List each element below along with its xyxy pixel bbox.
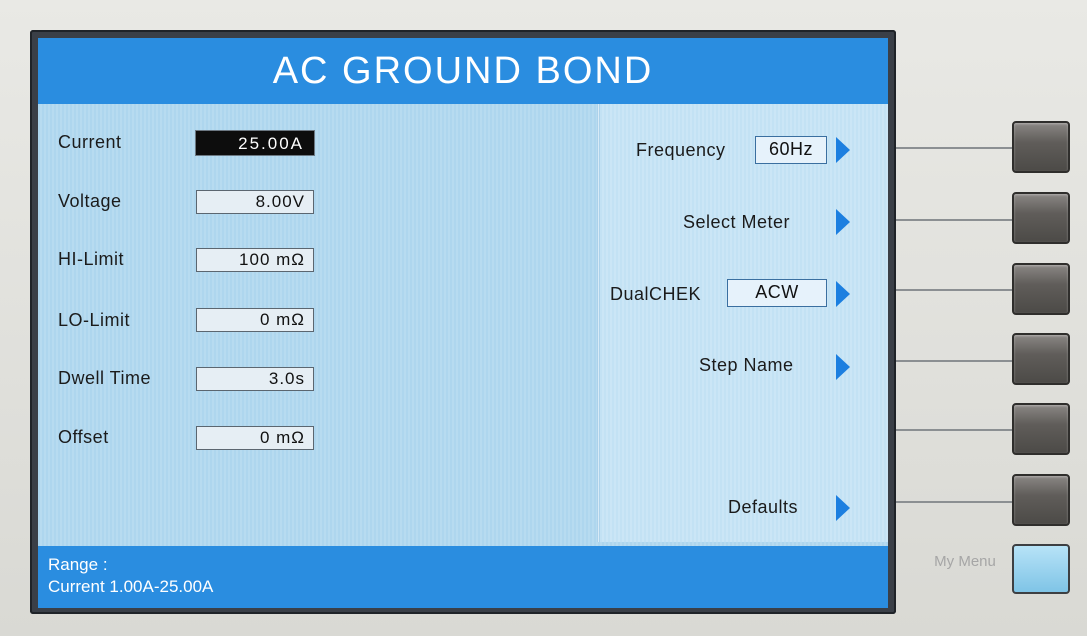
range-value: Current 1.00A-25.00A xyxy=(48,577,214,596)
arrow-right-icon xyxy=(836,354,850,380)
frequency-label: Frequency xyxy=(636,140,726,160)
key-connector-line xyxy=(896,147,1014,149)
step-name-label: Step Name xyxy=(699,355,794,375)
param-label-hi-limit: HI-Limit xyxy=(58,249,124,269)
param-value-voltage[interactable]: 8.00V xyxy=(196,190,314,214)
softkey-5-button[interactable] xyxy=(1012,403,1070,455)
softkey-menu-panel: Frequency 60Hz Select Meter DualCHEK ACW… xyxy=(600,104,888,542)
lcd-screen: AC GROUND BOND Current 25.00A Voltage 8.… xyxy=(38,38,888,608)
softkey-3-button[interactable] xyxy=(1012,263,1070,315)
softkey-1-button[interactable] xyxy=(1012,121,1070,173)
key-connector-line xyxy=(896,501,1014,503)
range-label: Range : xyxy=(48,555,108,574)
param-label-dwell-time: Dwell Time xyxy=(58,368,152,388)
param-label-voltage: Voltage xyxy=(58,191,122,211)
defaults-label: Defaults xyxy=(728,497,799,517)
key-connector-line xyxy=(896,289,1014,291)
frequency-value: 60Hz xyxy=(755,136,827,164)
param-value-hi-limit[interactable]: 100 mΩ xyxy=(196,248,314,272)
select-meter-label: Select Meter xyxy=(683,212,791,232)
status-bar: Range : Current 1.00A-25.00A xyxy=(38,546,888,608)
my-menu-label: My Menu xyxy=(934,553,996,570)
softkey-2-button[interactable] xyxy=(1012,192,1070,244)
param-label-lo-limit: LO-Limit xyxy=(58,310,131,330)
key-connector-line xyxy=(896,360,1014,362)
param-value-current[interactable]: 25.00A xyxy=(195,130,315,156)
param-value-lo-limit[interactable]: 0 mΩ xyxy=(196,308,314,332)
param-label-current: Current xyxy=(58,132,122,152)
softkey-6-button[interactable] xyxy=(1012,474,1070,526)
key-connector-line xyxy=(896,219,1014,221)
arrow-right-icon xyxy=(836,209,850,235)
arrow-right-icon xyxy=(836,495,850,521)
my-menu-button[interactable] xyxy=(1012,544,1070,594)
screen-title: AC GROUND BOND xyxy=(38,38,888,104)
softkey-4-button[interactable] xyxy=(1012,333,1070,385)
arrow-right-icon xyxy=(836,281,850,307)
dualchek-label: DualCHEK xyxy=(610,284,702,304)
param-label-offset: Offset xyxy=(58,427,109,447)
param-value-offset[interactable]: 0 mΩ xyxy=(196,426,314,450)
dualchek-value: ACW xyxy=(727,279,827,307)
arrow-right-icon xyxy=(836,137,850,163)
key-connector-line xyxy=(896,429,1014,431)
param-value-dwell-time[interactable]: 3.0s xyxy=(196,367,314,391)
